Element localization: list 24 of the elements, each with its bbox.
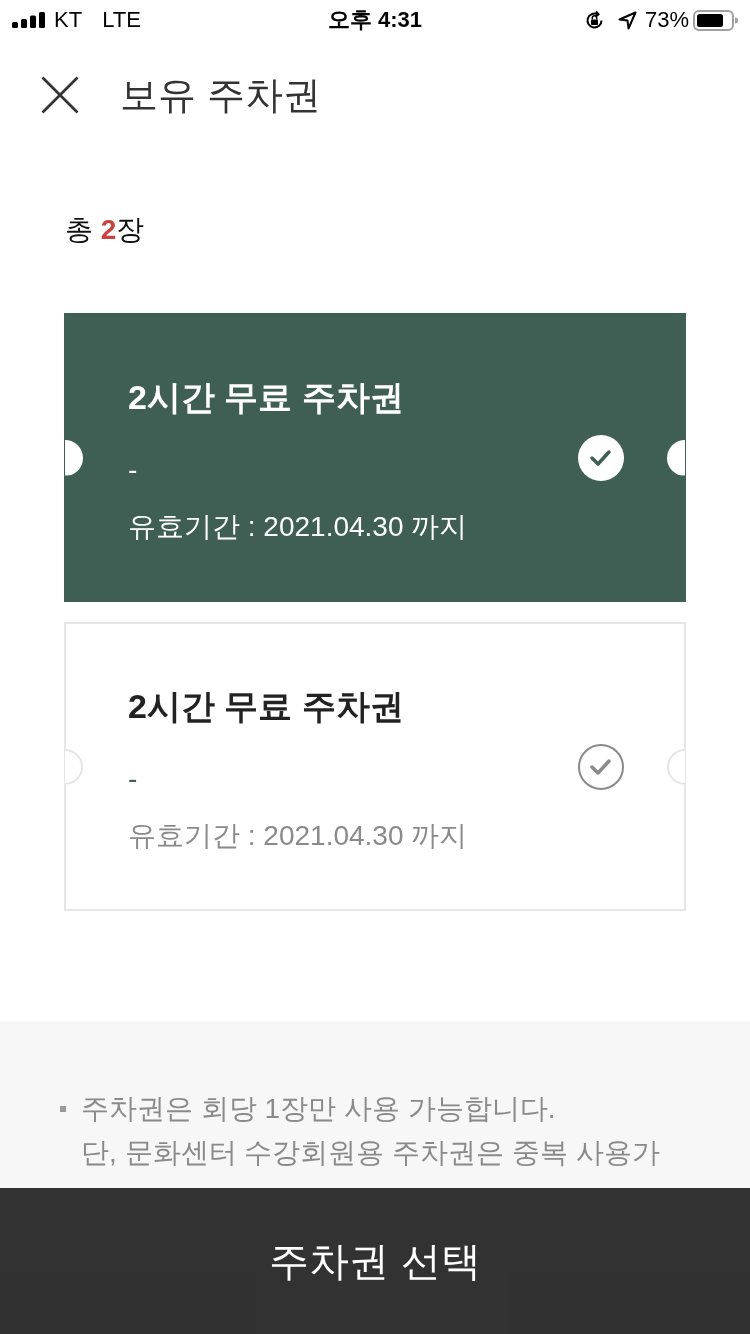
battery-percent-text: 73% bbox=[644, 6, 689, 34]
ticket-subtitle: - bbox=[128, 762, 138, 796]
close-button[interactable] bbox=[40, 75, 80, 115]
ticket-subtitle: - bbox=[128, 453, 138, 487]
select-ticket-button[interactable]: 주차권 선택 bbox=[0, 1188, 750, 1334]
validity-text: 유효기간 : 2021.04.30 까지 bbox=[128, 819, 468, 853]
check-circle-icon bbox=[578, 743, 624, 790]
time-text: 오후 4:31 bbox=[327, 6, 423, 34]
ticket-card[interactable]: 2시간 무료 주차권 - 유효기간 : 2021.04.30 까지 bbox=[64, 622, 686, 911]
ticket-card[interactable]: 2시간 무료 주차권 - 유효기간 : 2021.04.30 까지 bbox=[64, 313, 686, 602]
location-arrow-icon bbox=[617, 10, 637, 30]
network-text: LTE bbox=[102, 6, 141, 34]
close-icon bbox=[41, 76, 79, 114]
signal-icon bbox=[12, 12, 46, 28]
page-title: 보유 주차권 bbox=[120, 73, 321, 118]
check-circle-icon bbox=[578, 434, 624, 481]
validity-text: 유효기간 : 2021.04.30 까지 bbox=[128, 510, 468, 544]
battery-icon bbox=[693, 9, 738, 31]
note-text: 주차권은 회당 1장만 사용 가능합니다. 단, 문화센터 수강회원용 주차권은 중복 사용가 bbox=[81, 1092, 660, 1170]
ticket-title: 2시간 무료 주차권 bbox=[128, 377, 405, 418]
bullet-icon bbox=[60, 1106, 66, 1112]
ticket-count: 총 2장 bbox=[65, 213, 145, 247]
carrier-text: KT bbox=[54, 6, 83, 34]
ticket-title: 2시간 무료 주차권 bbox=[128, 686, 405, 727]
